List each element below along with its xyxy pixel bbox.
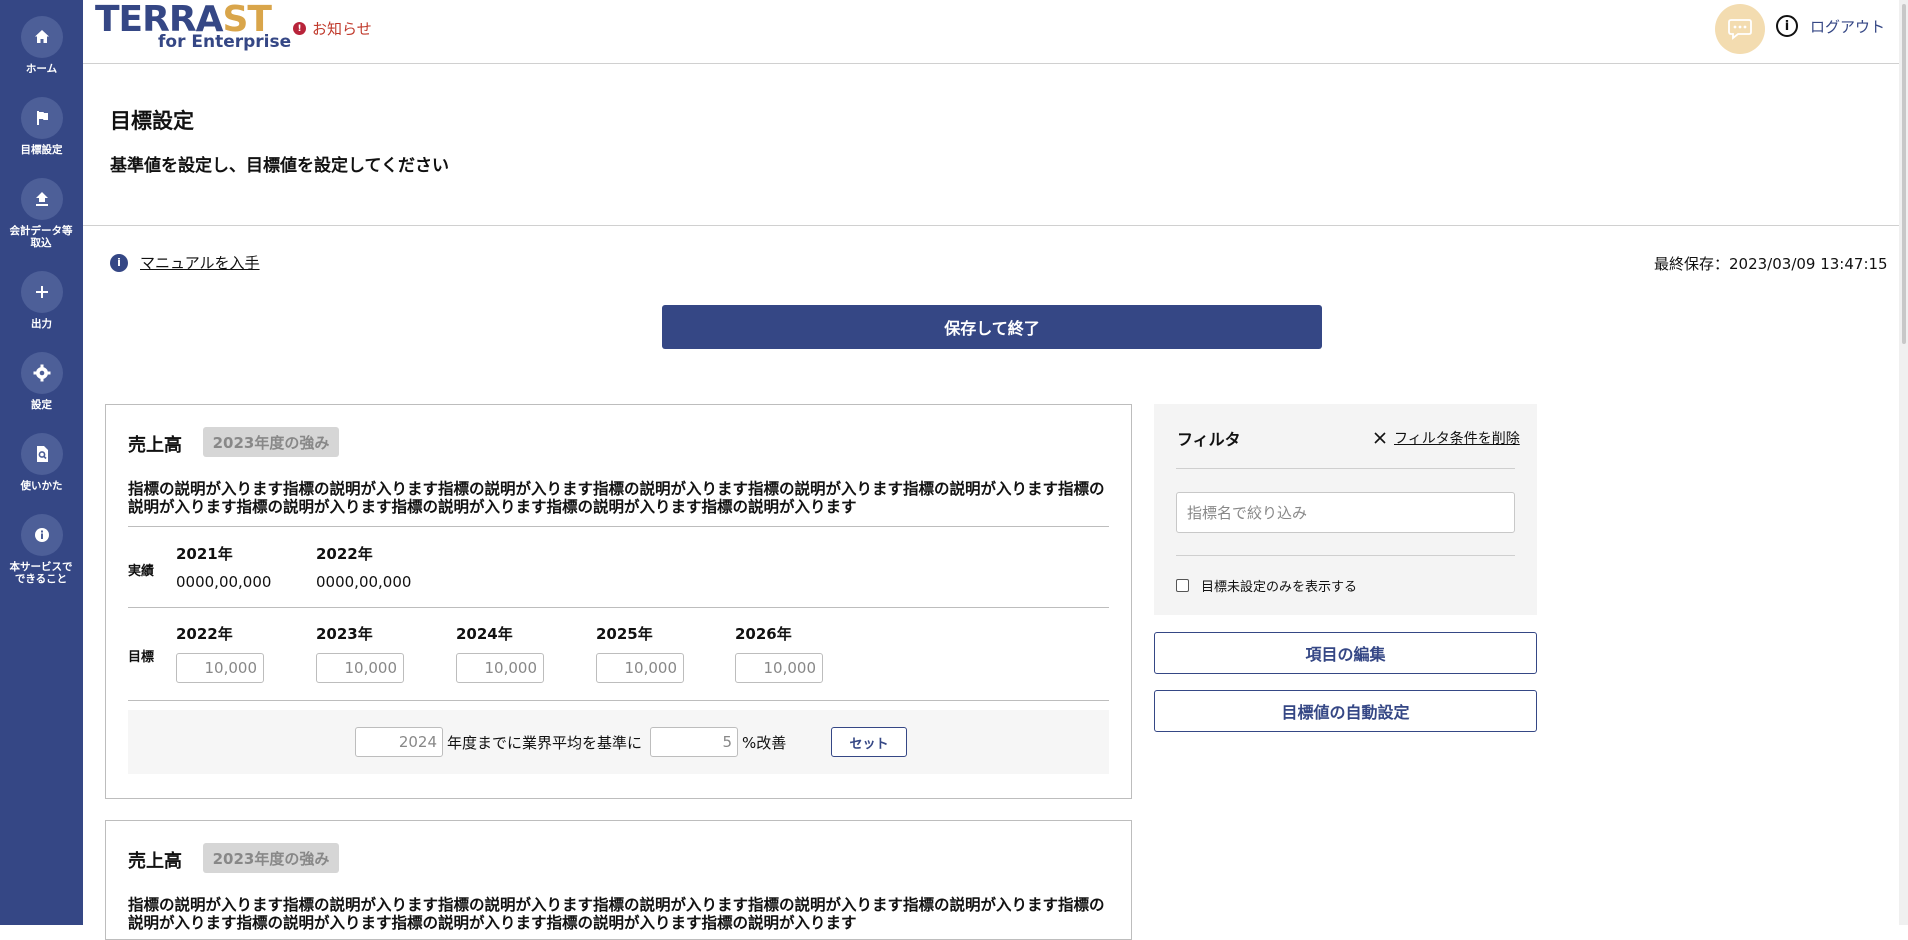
chat-button[interactable] bbox=[1715, 4, 1765, 54]
sidebar-item-howto[interactable]: 使いかた bbox=[0, 433, 83, 492]
sidebar-item-home[interactable]: ホーム bbox=[0, 16, 83, 75]
metric-title: 売上高 bbox=[128, 435, 182, 456]
sidebar-item-label: 使いかた bbox=[20, 480, 63, 492]
close-icon bbox=[1374, 432, 1386, 444]
divider bbox=[1176, 555, 1515, 556]
plus-icon bbox=[20, 271, 63, 313]
divider bbox=[1176, 468, 1515, 469]
actual-value: 0000,00,000 bbox=[316, 573, 412, 591]
actual-year: 2022年 bbox=[316, 545, 373, 563]
filter-panel: フィルタ フィルタ条件を削除 指標名で絞り込み 目標未設定のみを表示する bbox=[1154, 404, 1537, 615]
page-title: 目標設定 bbox=[110, 109, 194, 133]
sidebar-item-about[interactable]: 本サービスでできること bbox=[0, 514, 83, 585]
notice-label: お知らせ bbox=[312, 20, 372, 38]
target-input[interactable]: 10,000 bbox=[456, 653, 544, 683]
metric-title: 売上高 bbox=[128, 851, 182, 872]
clear-filter-link[interactable]: フィルタ条件を削除 bbox=[1374, 428, 1520, 448]
save-and-exit-button[interactable]: 保存して終了 bbox=[662, 305, 1322, 349]
info-icon bbox=[20, 514, 63, 556]
top-bar: TERRAST for Enterprise ! お知らせ i ログアウト bbox=[83, 0, 1899, 64]
sidebar-item-label: 本サービスでできること bbox=[9, 561, 73, 585]
target-year: 2022年 bbox=[176, 625, 233, 643]
scrollbar-thumb[interactable] bbox=[1902, 4, 1906, 344]
gear-icon bbox=[20, 352, 63, 394]
target-year: 2023年 bbox=[316, 625, 373, 643]
strength-badge: 2023年度の強み bbox=[203, 843, 339, 873]
help-info-icon[interactable]: i bbox=[1776, 15, 1798, 37]
sidebar-item-label: 出力 bbox=[31, 318, 52, 330]
sidebar-item-label: ホーム bbox=[25, 63, 58, 75]
sidebar-item-output[interactable]: 出力 bbox=[0, 271, 83, 330]
home-icon bbox=[20, 16, 63, 58]
auto-improve-row: 2024 年度までに業界平均を基準に 5 %改善 セット bbox=[128, 710, 1109, 774]
actual-label: 実績 bbox=[128, 564, 155, 579]
logout-link[interactable]: ログアウト bbox=[1810, 16, 1885, 37]
page-subtitle: 基準値を設定し、目標値を設定してください bbox=[110, 156, 449, 176]
page-header: 目標設定 基準値を設定し、目標値を設定してください bbox=[83, 65, 1899, 226]
sidebar: ホーム 目標設定 会計データ等取込 出力 設定 使いかた 本サービスでできること bbox=[0, 0, 83, 925]
edit-items-button[interactable]: 項目の編集 bbox=[1154, 632, 1537, 674]
search-doc-icon bbox=[20, 433, 63, 475]
improve-percent-input[interactable]: 5 bbox=[650, 727, 738, 757]
actual-value: 0000,00,000 bbox=[176, 573, 272, 591]
target-input[interactable]: 10,000 bbox=[596, 653, 684, 683]
alert-icon: ! bbox=[293, 22, 306, 35]
strength-badge: 2023年度の強み bbox=[203, 427, 339, 457]
target-year: 2024年 bbox=[456, 625, 513, 643]
actual-year: 2021年 bbox=[176, 545, 233, 563]
divider bbox=[128, 607, 1109, 608]
sidebar-item-label: 会計データ等取込 bbox=[9, 225, 73, 249]
set-row-unit: %改善 bbox=[742, 734, 787, 752]
filter-title: フィルタ bbox=[1177, 430, 1241, 449]
logo-subtitle: for Enterprise bbox=[158, 32, 292, 52]
set-button[interactable]: セット bbox=[831, 727, 907, 757]
auto-set-targets-button[interactable]: 目標値の自動設定 bbox=[1154, 690, 1537, 732]
divider bbox=[128, 700, 1109, 701]
sidebar-item-label: 目標設定 bbox=[20, 144, 63, 156]
info-icon: i bbox=[110, 253, 128, 272]
filter-search-input[interactable]: 指標名で絞り込み bbox=[1176, 492, 1515, 533]
divider bbox=[128, 526, 1109, 527]
sidebar-item-label: 設定 bbox=[31, 399, 52, 411]
target-input[interactable]: 10,000 bbox=[176, 653, 264, 683]
last-saved-text: 最終保存：2023/03/09 13:47:15 bbox=[1654, 255, 1888, 273]
metric-description: 指標の説明が入ります指標の説明が入ります指標の説明が入ります指標の説明が入ります… bbox=[128, 896, 1105, 932]
sidebar-item-goal-setting[interactable]: 目標設定 bbox=[0, 97, 83, 156]
metric-card: 売上高 2023年度の強み 指標の説明が入ります指標の説明が入ります指標の説明が… bbox=[105, 820, 1132, 940]
metric-card: 売上高 2023年度の強み 指標の説明が入ります指標の説明が入ります指標の説明が… bbox=[105, 404, 1132, 799]
upload-icon bbox=[20, 178, 63, 220]
manual-row: i マニュアルを入手 bbox=[110, 252, 260, 273]
manual-link[interactable]: マニュアルを入手 bbox=[140, 252, 260, 273]
target-year: 2026年 bbox=[735, 625, 792, 643]
target-input[interactable]: 10,000 bbox=[316, 653, 404, 683]
target-year: 2025年 bbox=[596, 625, 653, 643]
sidebar-item-import[interactable]: 会計データ等取込 bbox=[0, 178, 83, 249]
sidebar-item-settings[interactable]: 設定 bbox=[0, 352, 83, 411]
clear-filter-label: フィルタ条件を削除 bbox=[1394, 431, 1520, 447]
checkbox-label: 目標未設定のみを表示する bbox=[1201, 580, 1358, 595]
unset-only-checkbox[interactable] bbox=[1176, 579, 1189, 592]
metric-description: 指標の説明が入ります指標の説明が入ります指標の説明が入ります指標の説明が入ります… bbox=[128, 480, 1105, 516]
target-year-input[interactable]: 2024 bbox=[355, 727, 443, 757]
target-input[interactable]: 10,000 bbox=[735, 653, 823, 683]
target-label: 目標 bbox=[128, 650, 155, 665]
chat-icon bbox=[1728, 19, 1752, 40]
flag-icon bbox=[20, 97, 63, 139]
notice-link[interactable]: ! お知らせ bbox=[293, 18, 372, 39]
unset-only-option[interactable]: 目標未設定のみを表示する bbox=[1176, 576, 1357, 595]
set-row-text: 年度までに業界平均を基準に bbox=[447, 734, 643, 752]
